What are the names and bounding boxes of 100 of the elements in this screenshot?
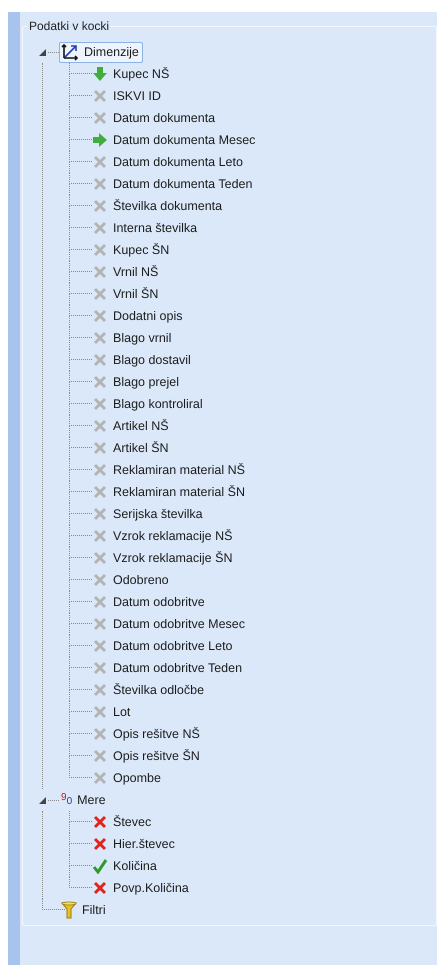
tree-node[interactable]: Opis rešitve ŠN [92, 745, 200, 767]
node-label: Reklamiran material ŠN [113, 484, 245, 501]
node-label: Dodatni opis [113, 308, 182, 325]
node-label: Povp.Količina [113, 880, 189, 897]
tree-node[interactable]: Artikel NŠ [92, 415, 169, 437]
tree-node[interactable]: Opis rešitve NŠ [92, 723, 200, 745]
node-label: Količina [113, 858, 157, 875]
tree-node[interactable]: Blago prejel [92, 371, 180, 393]
node-label: Številka odločbe [113, 682, 204, 699]
tree-node[interactable]: Dimenzije [59, 42, 143, 62]
tree-node[interactable]: Količina [92, 855, 157, 877]
tree-node[interactable]: Kupec ŠN [92, 239, 170, 261]
tree-node[interactable]: Interna številka [92, 217, 198, 239]
cross-icon [92, 880, 108, 896]
tree-node[interactable]: Številka dokumenta [92, 195, 222, 217]
node-label: Artikel NŠ [113, 418, 169, 435]
cross-icon [92, 506, 108, 522]
node-label: Kupec NŠ [113, 66, 170, 83]
tree-node[interactable]: Vzrok reklamacije NŠ [92, 525, 232, 547]
cross-icon [92, 396, 108, 412]
cross-icon [92, 616, 108, 632]
tree-node[interactable]: Datum odobritve Teden [92, 657, 242, 679]
tree-node[interactable]: Filtri [59, 900, 110, 920]
node-label: ISKVI ID [113, 88, 161, 105]
tree-node[interactable]: Blago kontroliral [92, 393, 203, 415]
tree-node[interactable]: Opombe [92, 767, 161, 789]
node-label: Opis rešitve ŠN [113, 748, 200, 765]
node-label: Vzrok reklamacije NŠ [113, 528, 232, 545]
node-label: Filtri [82, 902, 106, 919]
tree-node[interactable]: Odobreno [92, 569, 169, 591]
right-arrow-icon [92, 132, 108, 148]
node-label: Vrnil ŠN [113, 286, 158, 303]
tree-node[interactable]: Vrnil ŠN [92, 283, 158, 305]
node-label: Datum odobritve Leto [113, 638, 233, 655]
collapse-triangle-icon[interactable] [39, 48, 46, 56]
node-label: Datum dokumenta Teden [113, 176, 252, 193]
node-label: Datum dokumenta Leto [113, 154, 243, 171]
node-label: Datum odobritve [113, 594, 205, 611]
cross-icon [92, 330, 108, 346]
cross-icon [92, 836, 108, 852]
cross-icon [92, 418, 108, 434]
node-label: Datum odobritve Teden [113, 660, 242, 677]
axes-icon [61, 43, 79, 61]
tree-node[interactable]: Serijska številka [92, 503, 203, 525]
tree-node[interactable]: Reklamiran material NŠ [92, 459, 245, 481]
tree-node[interactable]: Hier.števec [92, 833, 175, 855]
cross-icon [92, 176, 108, 192]
cross-icon [92, 308, 108, 324]
node-label: Odobreno [113, 572, 169, 589]
node-label: Interna številka [113, 220, 198, 237]
tree-node[interactable]: Kupec NŠ [92, 63, 170, 85]
tree-node[interactable]: Blago dostavil [92, 349, 191, 371]
tree-node[interactable]: Vzrok reklamacije ŠN [92, 547, 232, 569]
tree-node[interactable]: Številka odločbe [92, 679, 204, 701]
tree-node[interactable]: Datum dokumenta [92, 107, 216, 129]
tree-node[interactable]: ISKVI ID [92, 85, 161, 107]
down-arrow-icon [92, 66, 108, 82]
cross-icon [92, 660, 108, 676]
cross-icon [92, 748, 108, 764]
check-icon [92, 858, 108, 874]
node-label: Lot [113, 704, 130, 721]
funnel-icon [61, 901, 77, 919]
tree-node[interactable]: Števec [92, 811, 152, 833]
tree-node[interactable]: Datum odobritve Mesec [92, 613, 246, 635]
node-label: Številka dokumenta [113, 198, 222, 215]
tree-node[interactable]: Datum dokumenta Mesec [92, 129, 256, 151]
cross-icon [92, 528, 108, 544]
node-label: Vzrok reklamacije ŠN [113, 550, 232, 567]
cross-icon [92, 352, 108, 368]
node-label: Datum dokumenta [113, 110, 216, 127]
tree-node[interactable]: Reklamiran material ŠN [92, 481, 245, 503]
tree-node[interactable]: 90 Mere [59, 790, 110, 810]
cross-icon [92, 594, 108, 610]
tree-node[interactable]: Datum dokumenta Leto [92, 151, 243, 173]
node-label: Hier.števec [113, 836, 175, 853]
node-label: Serijska številka [113, 506, 203, 523]
cross-icon [92, 440, 108, 456]
tree-node[interactable]: Artikel ŠN [92, 437, 169, 459]
node-label: Števec [113, 814, 152, 831]
cross-icon [92, 550, 108, 566]
tree-node[interactable]: Datum odobritve Leto [92, 635, 233, 657]
cross-icon [92, 198, 108, 214]
tree-node[interactable]: Datum odobritve [92, 591, 205, 613]
node-label: Blago vrnil [113, 330, 172, 347]
node-label: Artikel ŠN [113, 440, 169, 457]
tree-node[interactable]: Lot [92, 701, 130, 723]
cross-icon [92, 770, 108, 786]
tree-node[interactable]: Povp.Količina [92, 877, 189, 899]
tree-node[interactable]: Vrnil NŠ [92, 261, 158, 283]
node-label: Blago dostavil [113, 352, 191, 369]
cross-icon [92, 638, 108, 654]
tree-node[interactable]: Dodatni opis [92, 305, 182, 327]
cross-icon [92, 220, 108, 236]
node-label: Dimenzije [84, 44, 139, 61]
node-label: Vrnil NŠ [113, 264, 158, 281]
cross-icon [92, 814, 108, 830]
node-label: Kupec ŠN [113, 242, 170, 259]
tree-node[interactable]: Blago vrnil [92, 327, 172, 349]
tree-node[interactable]: Datum dokumenta Teden [92, 173, 252, 195]
collapse-triangle-icon[interactable] [39, 796, 46, 804]
